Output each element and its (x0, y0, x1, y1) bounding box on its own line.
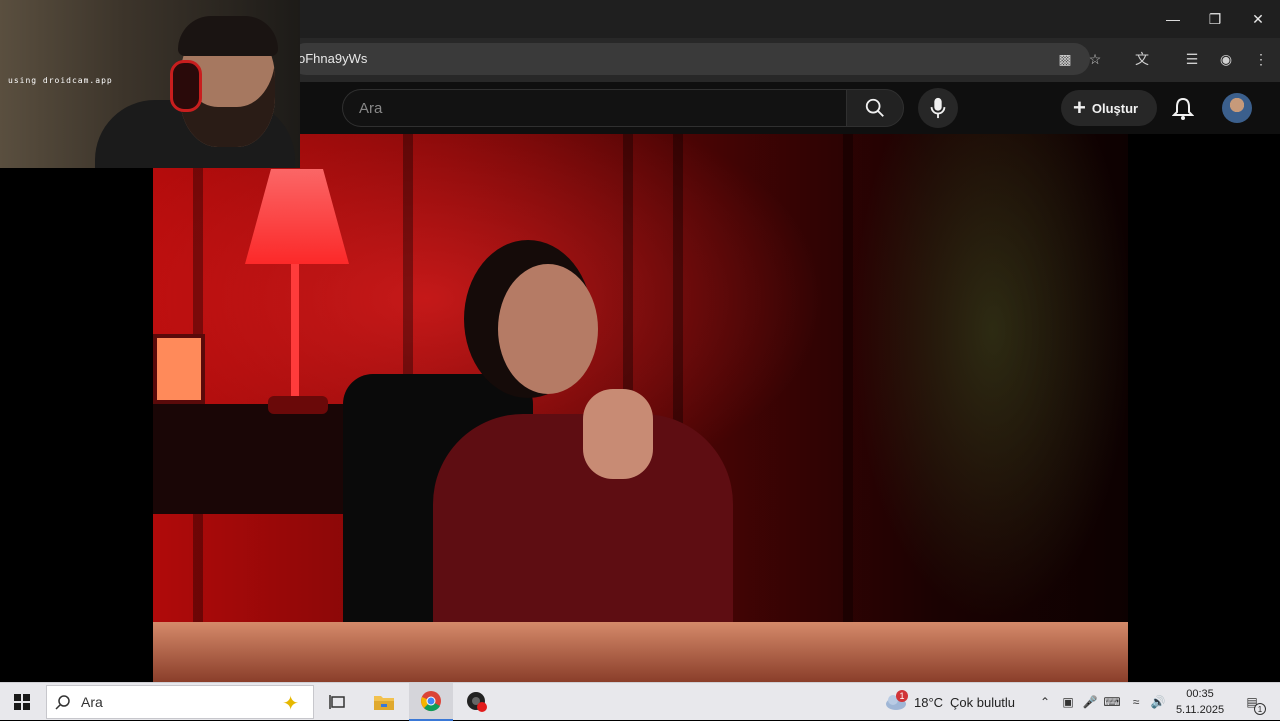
weather-description: Çok bulutlu (950, 695, 1016, 710)
hands-shape (583, 389, 653, 479)
file-explorer-button[interactable] (362, 683, 406, 721)
lamp-shade-shape (245, 169, 349, 264)
camera-tray-icon[interactable]: ▣ (1059, 694, 1077, 710)
weather-widget[interactable]: 1 18°C Çok bulutlu (880, 683, 1030, 721)
curtain-stripe (843, 134, 853, 634)
search-icon (55, 695, 70, 710)
weather-temperature: 18°C (914, 695, 944, 710)
lamp-base-shape (268, 396, 328, 414)
plus-icon: + (1073, 95, 1086, 120)
taskbar-search-input[interactable]: Ara ✦ (46, 685, 314, 719)
search-placeholder: Ara (359, 100, 383, 117)
chrome-icon (421, 691, 441, 712)
minimize-icon[interactable]: — (1152, 0, 1194, 38)
droidcam-taskbar-button[interactable] (455, 683, 499, 721)
clock-time: 00:35 (1186, 688, 1214, 700)
menu-kebab-icon[interactable]: ⋮ (1250, 48, 1272, 70)
wifi-icon[interactable]: ≈ (1127, 694, 1145, 710)
start-button[interactable] (0, 683, 44, 721)
chrome-taskbar-button[interactable] (409, 683, 453, 721)
headphone-icon (170, 60, 202, 112)
user-avatar[interactable] (1222, 93, 1252, 123)
volume-icon[interactable]: 🔊 (1149, 694, 1167, 710)
task-view-icon (329, 695, 345, 709)
translate-icon[interactable]: 文 (1131, 48, 1153, 70)
restore-icon[interactable]: ❐ (1194, 0, 1236, 38)
notification-count: 1 (1254, 703, 1266, 715)
video-player[interactable] (153, 134, 1128, 682)
webcam-overlay: using droidcam.app (0, 0, 300, 168)
sparkle-icon: ✦ (282, 693, 299, 715)
taskbar-search-placeholder: Ara (81, 694, 103, 710)
folder-icon (374, 696, 394, 710)
keyboard-language-icon[interactable]: ⌨ (1103, 694, 1121, 710)
droidcam-icon (467, 692, 487, 712)
dresser-shape (153, 404, 343, 514)
microphone-tray-icon[interactable]: 🎤 (1081, 694, 1099, 710)
clock-date: 5.11.2025 (1175, 704, 1225, 716)
taskbar: Ara ✦ 1 18°C Çok bulutlu ⌃ ▣ 🎤 ⌨ ≈ 🔊 00:… (0, 682, 1280, 721)
create-button[interactable]: + Oluştur (1061, 90, 1157, 126)
bookmark-star-icon[interactable]: ☆ (1084, 48, 1106, 70)
search-button[interactable] (846, 89, 904, 127)
lamp-stand-shape (291, 264, 299, 404)
table-shape (153, 622, 1128, 682)
streamer-hair-shape (178, 16, 278, 56)
install-app-icon[interactable]: ▩ (1054, 48, 1076, 70)
search-input[interactable]: Ara (342, 89, 846, 127)
windows-logo-icon (14, 694, 30, 710)
chevron-up-icon[interactable]: ⌃ (1036, 694, 1054, 710)
task-view-button[interactable] (316, 683, 360, 721)
clock[interactable]: 00:35 5.11.2025 (1168, 686, 1232, 718)
plant-shape (853, 134, 1128, 624)
address-bar[interactable]: oFhna9yWs (290, 43, 1090, 75)
address-url: oFhna9yWs (298, 51, 368, 66)
create-label: Oluştur (1091, 100, 1139, 116)
weather-badge: 1 (896, 690, 908, 702)
close-icon[interactable]: ✕ (1237, 0, 1279, 38)
media-control-icon[interactable]: ☰ (1181, 48, 1203, 70)
microphone-icon (930, 97, 946, 119)
profile-icon[interactable]: ◉ (1215, 48, 1237, 70)
bell-icon (1172, 97, 1194, 120)
picture-frame-shape (153, 334, 205, 404)
person-head-shape (498, 264, 598, 394)
webcam-watermark: using droidcam.app (8, 76, 113, 85)
voice-search-button[interactable] (918, 88, 958, 128)
search-icon (865, 98, 884, 117)
notifications-button[interactable] (1166, 92, 1200, 126)
